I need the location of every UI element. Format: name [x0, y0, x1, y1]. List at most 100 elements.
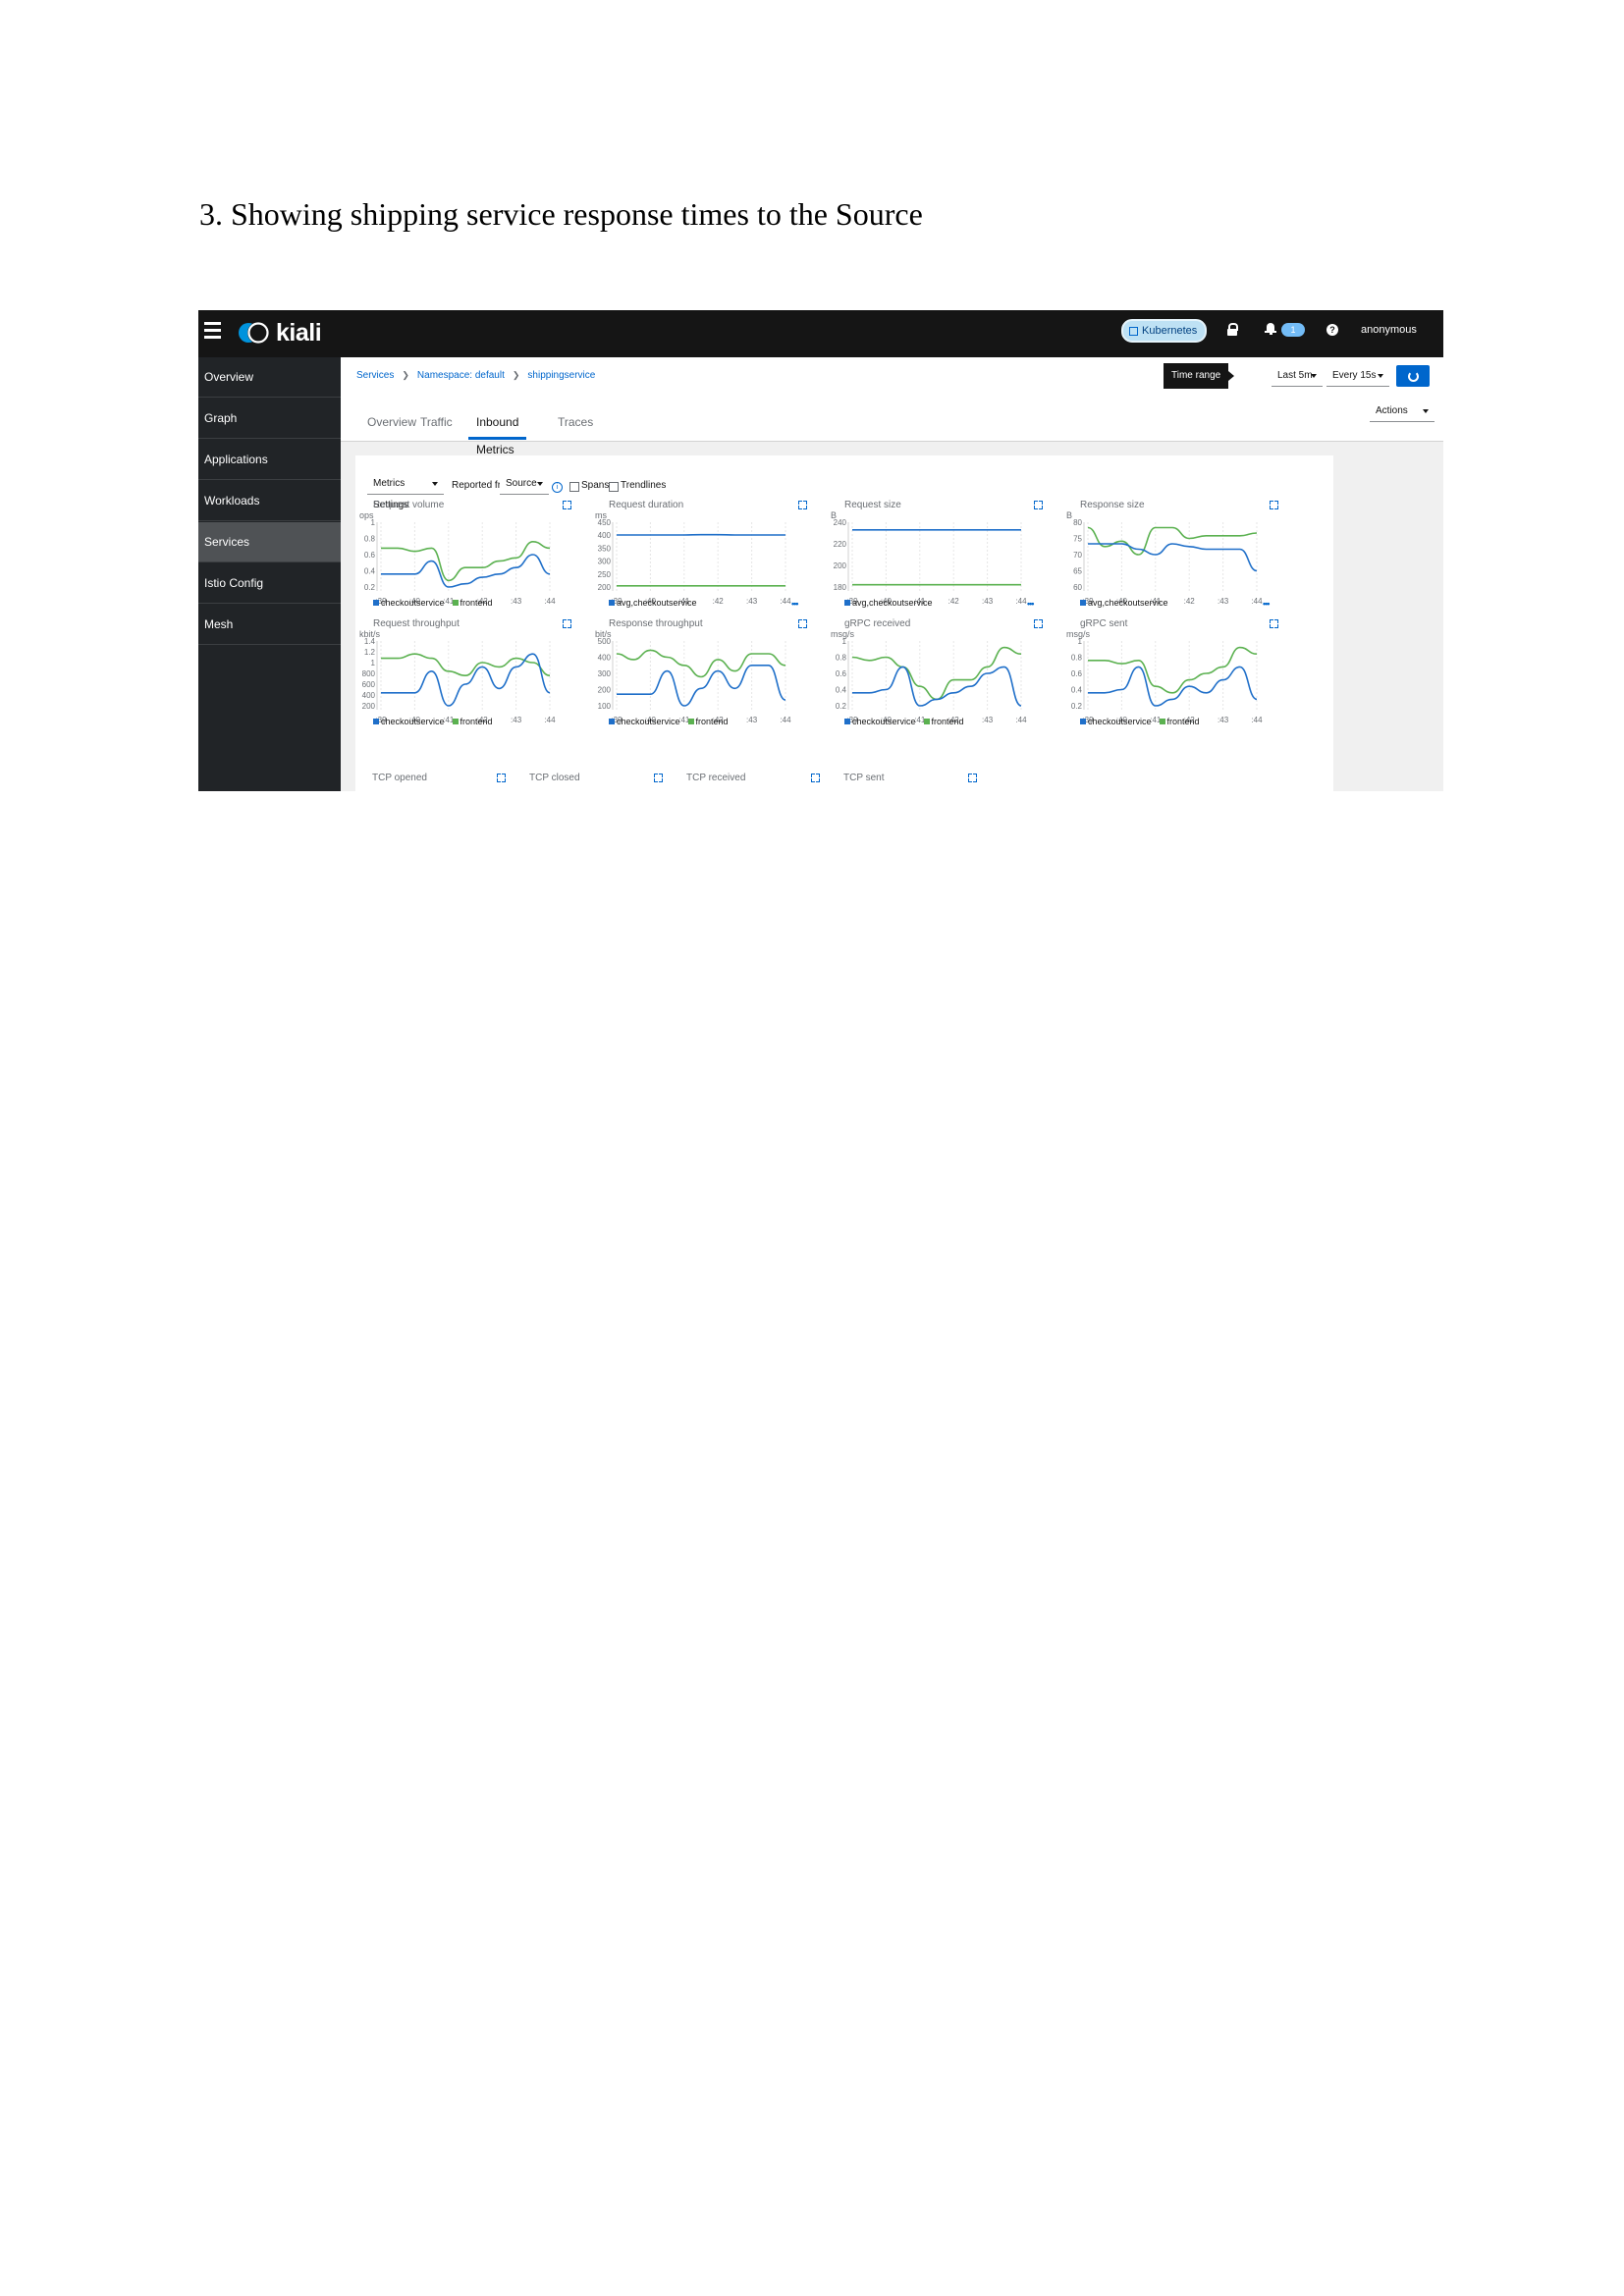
legend-item[interactable]: avg,checkoutservice [1080, 598, 1168, 608]
x-tick-label: :44 [1015, 716, 1027, 724]
legend-item[interactable]: checkoutservice [373, 717, 445, 726]
chart-title: Request duration [609, 500, 684, 510]
more-series-icon[interactable]: ••• [1027, 599, 1035, 609]
expand-icon[interactable] [811, 774, 820, 782]
legend-item[interactable]: avg,checkoutservice [844, 598, 933, 608]
legend-item[interactable]: frontend [1159, 717, 1200, 726]
user-menu[interactable]: anonymous [1361, 324, 1417, 336]
expand-icon[interactable] [1034, 501, 1043, 509]
actions-dropdown[interactable]: Actions [1370, 400, 1435, 422]
legend-item[interactable]: checkoutservice [1080, 717, 1152, 726]
legend-item[interactable]: frontend [452, 717, 493, 726]
refresh-interval-value: Every 15s [1332, 370, 1377, 381]
legend-label: checkoutservice [1088, 717, 1152, 726]
y-tick-label: 0.4 [1071, 686, 1083, 695]
series-line-frontend [380, 653, 551, 677]
cluster-badge[interactable]: Kubernetes [1121, 319, 1208, 343]
x-tick-label: :44 [544, 716, 556, 724]
sidebar-item-applications[interactable]: Applications [198, 440, 341, 480]
legend-item[interactable]: checkoutservice [609, 717, 680, 726]
legend-label: checkoutservice [381, 598, 445, 608]
brand-logo[interactable]: kiali [238, 316, 322, 349]
legend-item[interactable]: avg,checkoutservice [609, 598, 697, 608]
legend-item[interactable]: frontend [452, 598, 493, 608]
expand-icon[interactable] [798, 619, 807, 628]
x-tick-label: :44 [1251, 716, 1263, 724]
tab-traffic[interactable]: Traffic [412, 408, 460, 440]
y-tick-label: 200 [362, 702, 376, 711]
kiali-screenshot: kiali Kubernetes 1 ? anonymous Overview … [198, 310, 1443, 791]
sidebar-item-overview[interactable]: Overview [198, 357, 341, 398]
breadcrumb-services[interactable]: Services [356, 370, 394, 381]
x-tick-label: :44 [544, 597, 556, 606]
legend-item[interactable]: frontend [687, 717, 729, 726]
masthead: kiali Kubernetes 1 ? anonymous [198, 310, 1443, 357]
expand-icon[interactable] [1270, 619, 1278, 628]
y-tick-label: 400 [362, 691, 376, 700]
info-icon[interactable]: i [552, 482, 563, 493]
reported-from-value: Source [506, 478, 537, 489]
y-tick-label: 0.2 [836, 702, 847, 711]
y-tick-label: 250 [598, 570, 612, 579]
sidebar-item-services[interactable]: Services [198, 522, 341, 562]
more-series-icon[interactable]: ••• [1263, 599, 1271, 609]
hamburger-menu-icon[interactable] [204, 318, 226, 344]
x-tick-label: :42 [713, 597, 725, 606]
time-range-tooltip: Time range [1164, 363, 1235, 389]
metrics-settings-dropdown[interactable]: Metrics Settings [367, 473, 444, 510]
time-range-select[interactable]: Last 5m [1272, 365, 1323, 387]
trendlines-checkbox[interactable] [609, 482, 619, 492]
sidebar-item-graph[interactable]: Graph [198, 399, 341, 439]
x-tick-label: :43 [982, 716, 994, 724]
legend-swatch [452, 719, 459, 724]
legend-label: checkoutservice [852, 717, 916, 726]
tcp-received-title: TCP received [686, 773, 746, 783]
more-series-icon[interactable]: ••• [791, 599, 799, 609]
y-tick-label: 1 [842, 637, 847, 646]
series-line-series-2 [1087, 526, 1258, 556]
expand-icon[interactable] [563, 619, 571, 628]
caret-down-icon [537, 482, 543, 486]
expand-icon[interactable] [497, 774, 506, 782]
y-tick-label: 1 [371, 518, 376, 527]
lock-icon[interactable] [1227, 323, 1238, 336]
expand-icon[interactable] [968, 774, 977, 782]
spans-checkbox[interactable] [569, 482, 579, 492]
breadcrumb-service[interactable]: shippingservice [527, 370, 595, 381]
legend-label: avg,checkoutservice [852, 598, 933, 608]
sidebar-item-workloads[interactable]: Workloads [198, 481, 341, 521]
y-tick-label: 200 [598, 686, 612, 695]
y-tick-label: 0.4 [364, 567, 376, 576]
legend-swatch [1080, 719, 1086, 724]
legend-item[interactable]: checkoutservice [373, 598, 445, 608]
y-tick-label: 80 [1073, 518, 1082, 527]
refresh-interval-select[interactable]: Every 15s [1326, 365, 1389, 387]
chart-request-throughput: Request throughput kbit/s 1.4 1.2 1 800 600 400… [357, 618, 573, 734]
chart-title: gRPC sent [1080, 618, 1128, 629]
refresh-button[interactable] [1396, 365, 1430, 387]
x-tick-label: :44 [1251, 597, 1263, 606]
expand-icon[interactable] [798, 501, 807, 509]
bell-icon[interactable] [1265, 323, 1276, 335]
legend-item[interactable]: checkoutservice [844, 717, 916, 726]
expand-icon[interactable] [563, 501, 571, 509]
expand-icon[interactable] [1034, 619, 1043, 628]
tab-inbound-metrics[interactable]: Inbound Metrics [468, 408, 527, 456]
notification-count-badge[interactable]: 1 [1281, 323, 1305, 337]
y-tick-label: 400 [598, 531, 612, 540]
y-tick-label: 200 [598, 583, 612, 592]
expand-icon[interactable] [1270, 501, 1278, 509]
tab-traces[interactable]: Traces [550, 408, 601, 440]
reported-from-select[interactable]: Source [500, 473, 549, 495]
sidebar-item-mesh[interactable]: Mesh [198, 605, 341, 645]
y-tick-label: 200 [834, 561, 847, 570]
expand-icon[interactable] [654, 774, 663, 782]
sidebar-item-istio-config[interactable]: Istio Config [198, 563, 341, 604]
legend-item[interactable]: frontend [923, 717, 964, 726]
series-line-frontend [616, 649, 786, 678]
chart-response-throughput: Response throughput bit/s 500 400 300 200 100:… [593, 618, 809, 734]
help-icon[interactable]: ? [1326, 324, 1338, 336]
chevron-right-icon: ❯ [402, 370, 409, 380]
breadcrumb-namespace[interactable]: Namespace: default [417, 370, 505, 381]
chart-title: Request volume [373, 500, 445, 510]
